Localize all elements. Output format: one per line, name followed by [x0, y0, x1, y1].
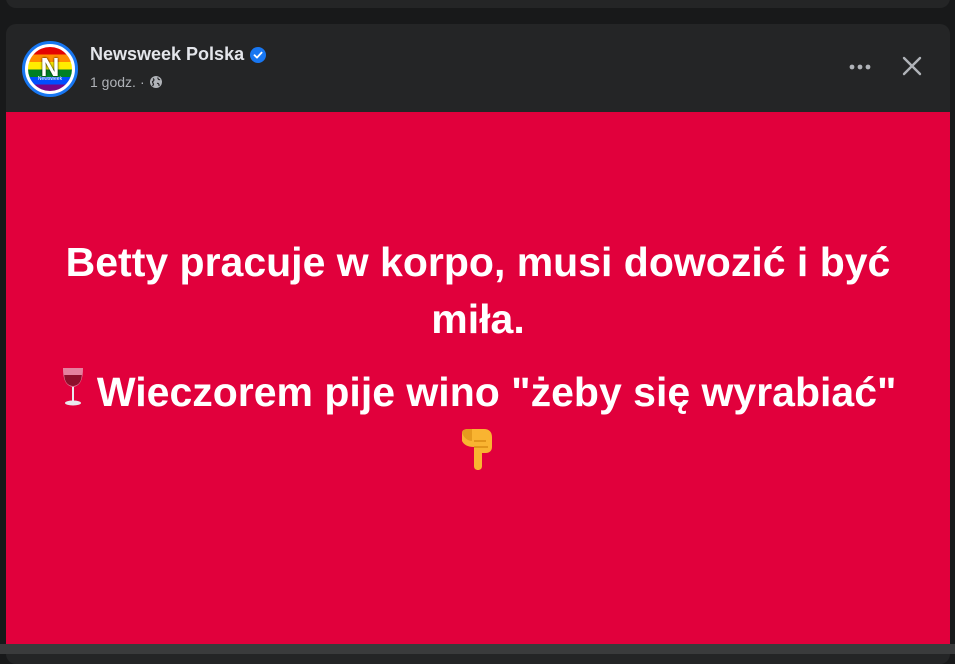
close-icon: [902, 56, 922, 76]
post-text-line-1: Betty pracuje w korpo, musi dowozić i by…: [65, 239, 891, 343]
close-button[interactable]: [894, 48, 930, 84]
post-text-line-2: Wieczorem pije wino "żeby się wyrabiać": [48, 364, 908, 485]
post-header: N Newsweek Newsweek Polska 1 godz. ·: [6, 24, 950, 112]
page-name-row: Newsweek Polska: [90, 44, 267, 65]
post-text-line-2-text: Wieczorem pije wino "żeby się wyrabiać": [85, 369, 897, 416]
avatar-logo: N Newsweek: [28, 47, 72, 91]
post-card: N Newsweek Newsweek Polska 1 godz. · Bet…: [6, 24, 950, 664]
verified-badge-icon: [250, 46, 267, 63]
globe-icon[interactable]: [149, 75, 163, 89]
more-options-button[interactable]: [842, 52, 878, 82]
wine-glass-emoji: [60, 366, 86, 425]
post-text-background[interactable]: Betty pracuje w korpo, musi dowozić i by…: [6, 112, 950, 644]
more-options-icon: [849, 64, 871, 70]
post-meta: 1 godz. ·: [90, 74, 163, 90]
next-post-edge: [0, 644, 955, 654]
post-text: Betty pracuje w korpo, musi dowozić i by…: [48, 234, 908, 501]
page-name[interactable]: Newsweek Polska: [90, 44, 244, 65]
avatar-subtext: Newsweek: [37, 76, 63, 82]
post-time[interactable]: 1 godz.: [90, 74, 136, 90]
pointing-down-emoji: [458, 427, 498, 486]
previous-post-card: [6, 0, 950, 8]
page-avatar[interactable]: N Newsweek: [22, 41, 78, 97]
meta-separator: ·: [139, 74, 145, 90]
